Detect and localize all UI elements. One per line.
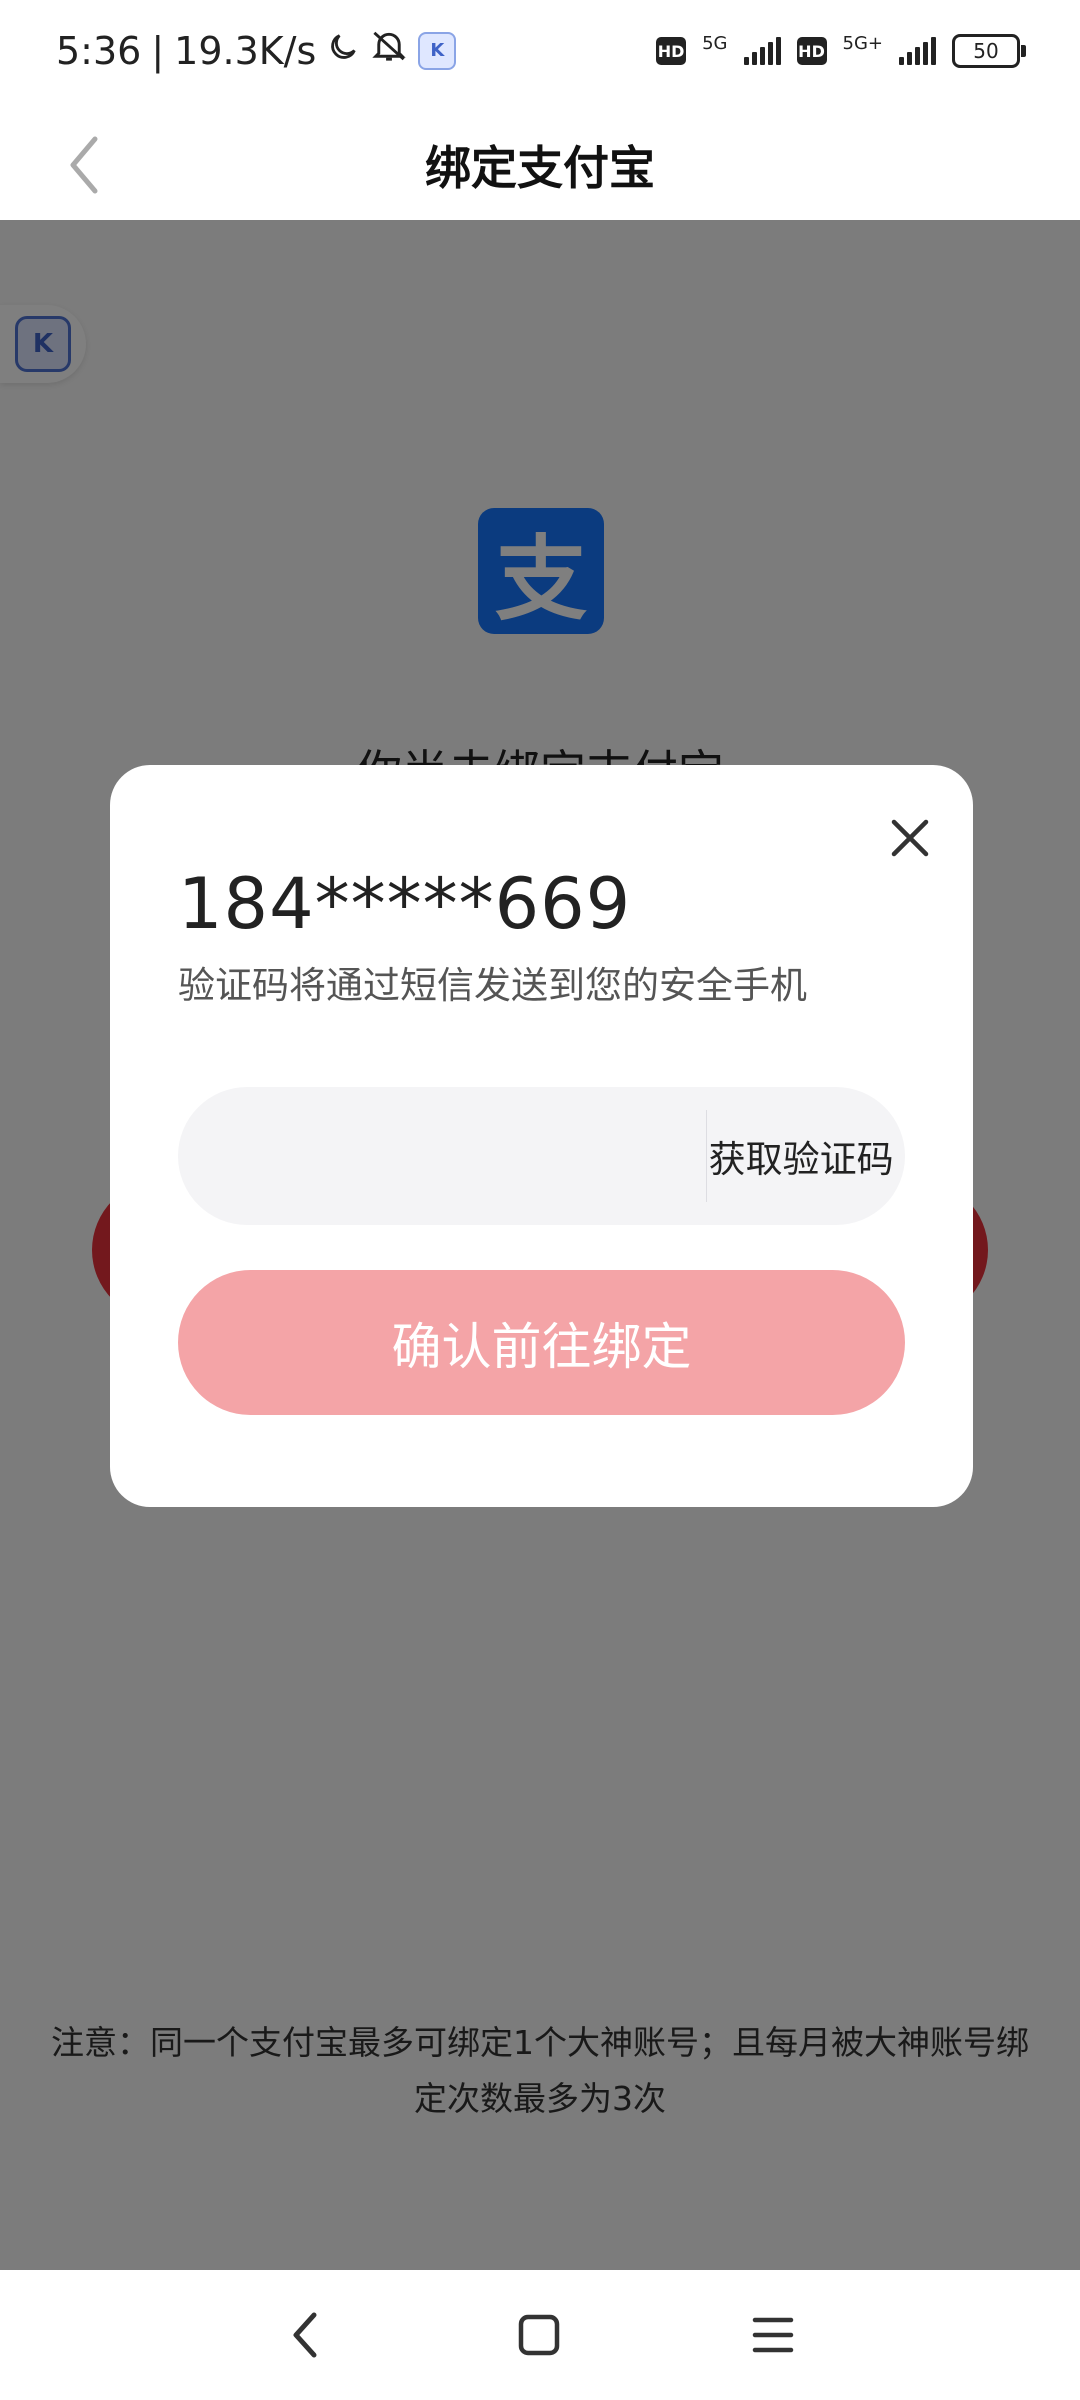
masked-phone-number: 184*****669 [178,863,632,945]
nav-menu-icon [752,2317,794,2353]
sim1-signal-icon [743,37,781,65]
sms-hint: 验证码将通过短信发送到您的安全手机 [178,964,807,1007]
hd-badge-1: HD [656,37,687,65]
verification-dialog: 184*****669 验证码将通过短信发送到您的安全手机 获取验证码 确认前往… [110,765,973,1507]
sim2-network: 5G+ [842,33,883,54]
status-bar: 5:36 | 19.3K/s K HD 5G HD 5G+ 50 [0,0,1080,110]
status-time: 5:36 [56,28,142,73]
sim1-network: 5G [702,33,728,54]
nav-header: 绑定支付宝 [0,110,1080,220]
nav-back-icon [293,2312,317,2358]
battery-icon: 50 [952,34,1026,68]
close-button[interactable] [885,813,935,863]
nav-home-button[interactable] [504,2300,574,2370]
nav-back-button[interactable] [270,2300,340,2370]
nav-home-icon [518,2314,560,2356]
status-separator: | [151,28,165,73]
page-title: 绑定支付宝 [425,141,655,195]
moon-icon [326,29,360,73]
bell-muted-icon [370,28,408,73]
get-code-button[interactable]: 获取验证码 [707,1087,905,1225]
close-icon [891,819,929,857]
app-notification-icon: K [418,31,457,70]
verification-code-input[interactable] [178,1087,706,1225]
net-speed: 19.3K/s [174,28,317,73]
nav-menu-button[interactable] [738,2300,808,2370]
battery-level: 50 [973,39,999,63]
hd-badge-2: HD [796,37,827,65]
status-left: 5:36 | 19.3K/s K [56,28,457,73]
sim2-signal-icon [899,37,936,65]
status-right: HD 5G HD 5G+ 50 [656,33,1026,68]
verification-code-field: 获取验证码 [178,1087,905,1225]
system-nav-bar [0,2270,1080,2400]
confirm-bind-button[interactable]: 确认前往绑定 [178,1270,905,1415]
